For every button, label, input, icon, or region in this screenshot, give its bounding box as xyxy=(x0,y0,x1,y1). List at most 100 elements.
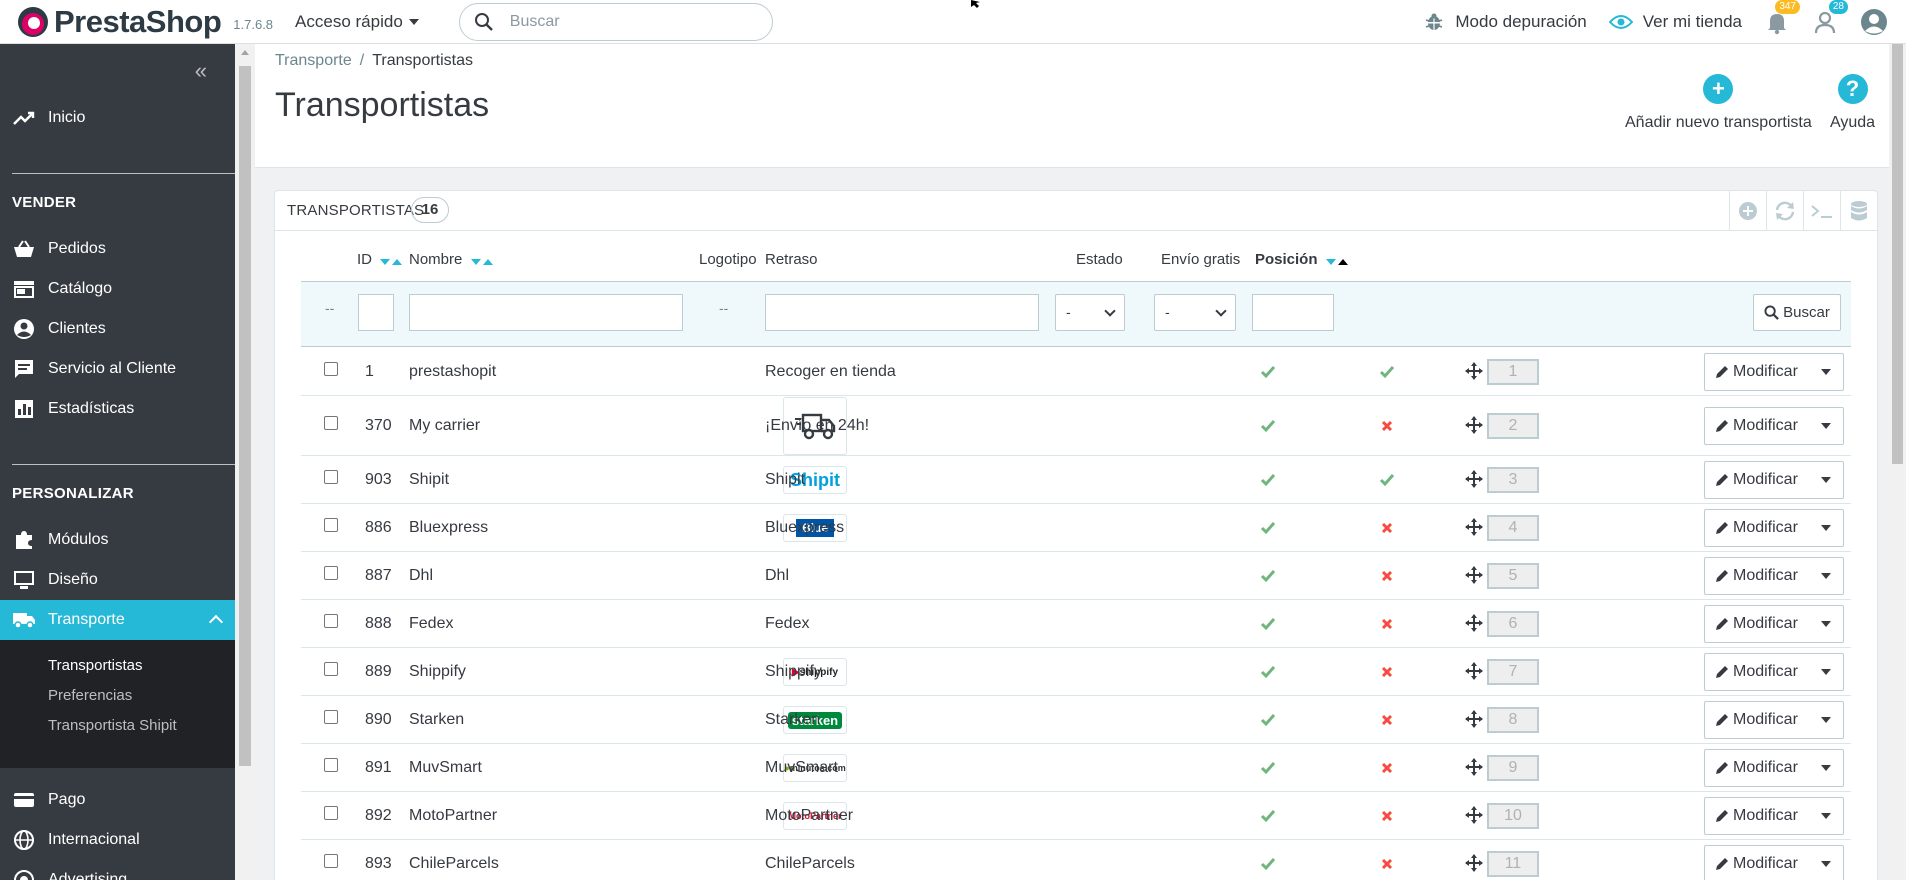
drag-move-icon[interactable] xyxy=(1465,566,1483,584)
free-shipping-cross-icon[interactable] xyxy=(1379,568,1395,584)
filter-status-select[interactable]: - xyxy=(1055,294,1125,331)
search-icon[interactable] xyxy=(474,12,494,32)
search-input[interactable] xyxy=(509,12,740,31)
filter-name-input[interactable] xyxy=(409,294,683,331)
status-check-icon[interactable] xyxy=(1260,568,1276,584)
edit-button[interactable]: Modificar xyxy=(1705,363,1810,381)
refresh-icon[interactable] xyxy=(1766,191,1803,231)
edit-dropdown-toggle[interactable] xyxy=(1810,408,1843,444)
quick-access-dropdown[interactable]: Acceso rápido xyxy=(295,12,419,32)
row-checkbox[interactable] xyxy=(324,566,338,580)
table-row[interactable]: 891 MuvSmart ●minutos.com MuvSmart 9 Modifica… xyxy=(301,744,1851,792)
sidebar-item-pago[interactable]: Pago xyxy=(0,780,235,820)
sidebar-item-internacional[interactable]: Internacional xyxy=(0,820,235,860)
filter-delay-input[interactable] xyxy=(765,294,1039,331)
collapse-sidebar-icon[interactable]: « xyxy=(195,58,207,84)
status-check-icon[interactable] xyxy=(1260,418,1276,434)
edit-dropdown-toggle[interactable] xyxy=(1810,510,1843,546)
sidebar-item-clientes[interactable]: Clientes xyxy=(0,309,235,349)
row-checkbox[interactable] xyxy=(324,854,338,868)
edit-dropdown-toggle[interactable] xyxy=(1810,354,1843,390)
sidebar-subitem-transportista-shipit[interactable]: Transportista Shipit xyxy=(48,717,177,734)
edit-dropdown-toggle[interactable] xyxy=(1810,462,1843,498)
edit-button[interactable]: Modificar xyxy=(1705,615,1810,633)
row-checkbox[interactable] xyxy=(324,518,338,532)
filter-id-input[interactable] xyxy=(358,294,394,331)
row-checkbox[interactable] xyxy=(324,416,338,430)
debug-mode-link[interactable]: Modo depuración xyxy=(1425,12,1587,32)
scrollbar-thumb[interactable] xyxy=(1892,44,1903,464)
table-row[interactable]: 886 Bluexpress Blue Bluexpress 4 Modificar xyxy=(301,504,1851,552)
filter-search-button[interactable]: Buscar xyxy=(1753,294,1841,331)
sort-arrows-icon[interactable] xyxy=(470,252,493,269)
sidebar-item-catalogo[interactable]: Catálogo xyxy=(0,269,235,309)
table-row[interactable]: 1 prestashopit Recoger en tienda 1 Modificar xyxy=(301,348,1851,396)
drag-move-icon[interactable] xyxy=(1465,614,1483,632)
sidebar-item-servicio-cliente[interactable]: Servicio al Cliente xyxy=(0,349,235,389)
help-button[interactable]: ? Ayuda xyxy=(1830,74,1875,132)
breadcrumb-parent[interactable]: Transporte xyxy=(275,52,352,69)
edit-dropdown-toggle[interactable] xyxy=(1810,558,1843,594)
free-shipping-cross-icon[interactable] xyxy=(1379,520,1395,536)
row-checkbox[interactable] xyxy=(324,806,338,820)
orders-notifications[interactable]: 347 xyxy=(1764,0,1800,35)
table-row[interactable]: 892 MotoPartner MotoPartner MotoPartner 10 Mo… xyxy=(301,792,1851,840)
add-carrier-button[interactable]: + Añadir nuevo transportista xyxy=(1625,74,1812,132)
view-shop-link[interactable]: Ver mi tienda xyxy=(1608,12,1742,32)
sidebar-item-pedidos[interactable]: Pedidos xyxy=(0,229,235,269)
sidebar-scrollbar[interactable] xyxy=(235,44,255,880)
header-search[interactable] xyxy=(458,2,773,41)
drag-move-icon[interactable] xyxy=(1465,518,1483,536)
drag-move-icon[interactable] xyxy=(1465,470,1483,488)
row-checkbox[interactable] xyxy=(324,710,338,724)
filter-position-input[interactable] xyxy=(1252,294,1334,331)
status-check-icon[interactable] xyxy=(1260,616,1276,632)
free-shipping-cross-icon[interactable] xyxy=(1379,418,1395,434)
account-icon[interactable] xyxy=(1860,8,1888,36)
free-shipping-cross-icon[interactable] xyxy=(1379,856,1395,872)
edit-button[interactable]: Modificar xyxy=(1705,471,1810,489)
status-check-icon[interactable] xyxy=(1260,760,1276,776)
sidebar-subitem-preferencias[interactable]: Preferencias xyxy=(48,687,132,704)
table-row[interactable]: 893 ChileParcels ChileParcels 11 Modificar xyxy=(301,840,1851,880)
edit-button[interactable]: Modificar xyxy=(1705,759,1810,777)
edit-button[interactable]: Modificar xyxy=(1705,417,1810,435)
sidebar-item-advertising[interactable]: Advertising xyxy=(0,860,235,880)
edit-dropdown-toggle[interactable] xyxy=(1810,702,1843,738)
edit-button[interactable]: Modificar xyxy=(1705,807,1810,825)
row-checkbox[interactable] xyxy=(324,758,338,772)
free-shipping-check-icon[interactable] xyxy=(1379,472,1395,488)
free-shipping-cross-icon[interactable] xyxy=(1379,760,1395,776)
edit-button[interactable]: Modificar xyxy=(1705,663,1810,681)
sidebar-item-diseno[interactable]: Diseño xyxy=(0,560,235,600)
row-checkbox[interactable] xyxy=(324,614,338,628)
status-check-icon[interactable] xyxy=(1260,808,1276,824)
drag-move-icon[interactable] xyxy=(1465,710,1483,728)
table-row[interactable]: 889 Shippify ▶shippify Shippify 7 Modificar xyxy=(301,648,1851,696)
customers-notifications[interactable]: 28 xyxy=(1812,0,1848,35)
table-row[interactable]: 890 Starken starken Starken 8 Modificar xyxy=(301,696,1851,744)
drag-move-icon[interactable] xyxy=(1465,854,1483,872)
status-check-icon[interactable] xyxy=(1260,664,1276,680)
table-row[interactable]: 888 Fedex Fedex 6 Modificar xyxy=(301,600,1851,648)
sidebar-item-modulos[interactable]: Módulos xyxy=(0,520,235,560)
prestashop-logo[interactable]: PrestaShop 1.7.6.8 xyxy=(18,4,273,40)
status-check-icon[interactable] xyxy=(1260,712,1276,728)
status-check-icon[interactable] xyxy=(1260,520,1276,536)
database-icon[interactable] xyxy=(1840,191,1877,231)
add-new-icon[interactable] xyxy=(1729,191,1766,231)
drag-move-icon[interactable] xyxy=(1465,758,1483,776)
free-shipping-check-icon[interactable] xyxy=(1379,364,1395,380)
sql-query-icon[interactable] xyxy=(1803,191,1840,231)
sidebar-subitem-transportistas[interactable]: Transportistas xyxy=(48,657,142,674)
edit-button[interactable]: Modificar xyxy=(1705,855,1810,873)
sort-arrows-icon[interactable] xyxy=(380,252,403,269)
sidebar-item-estadisticas[interactable]: Estadísticas xyxy=(0,389,235,429)
status-check-icon[interactable] xyxy=(1260,856,1276,872)
row-checkbox[interactable] xyxy=(324,362,338,376)
filter-free-shipping-select[interactable]: - xyxy=(1154,294,1236,331)
drag-move-icon[interactable] xyxy=(1465,806,1483,824)
free-shipping-cross-icon[interactable] xyxy=(1379,616,1395,632)
edit-button[interactable]: Modificar xyxy=(1705,567,1810,585)
edit-dropdown-toggle[interactable] xyxy=(1810,750,1843,786)
